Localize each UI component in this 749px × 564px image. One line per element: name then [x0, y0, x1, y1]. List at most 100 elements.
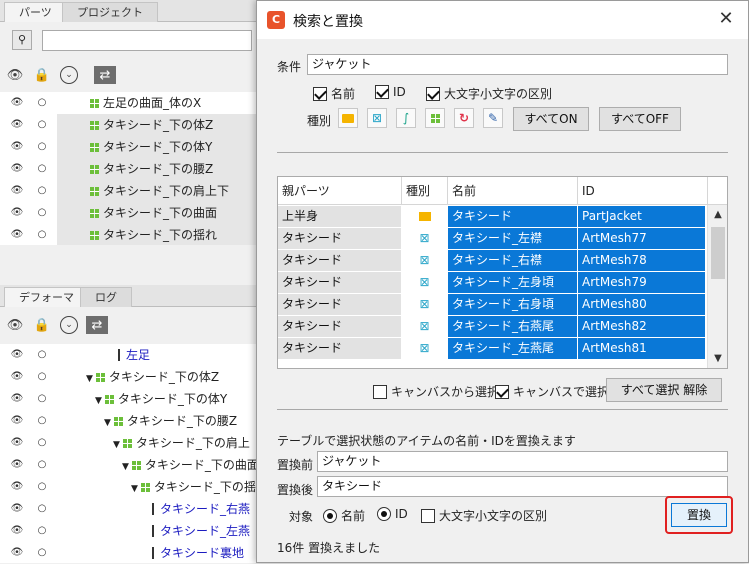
lock-circle-icon[interactable]: ○ — [35, 207, 49, 219]
condition-input[interactable]: ジャケット — [307, 54, 728, 75]
visibility-eye-icon[interactable]: 👁 — [6, 316, 24, 334]
eye-icon[interactable]: 👁 — [10, 185, 24, 197]
deformer-row[interactable]: 👁 ○ ▼ タキシード_下の揺 — [0, 476, 262, 498]
check-name[interactable]: 名前 — [313, 85, 355, 102]
col-header-kind[interactable]: 種別 — [402, 177, 448, 205]
lock-circle-icon[interactable]: ○ — [35, 371, 49, 383]
expand-arrow-icon[interactable]: ▼ — [86, 374, 93, 384]
parts-row[interactable]: 👁 ○ タキシード_下の肩上下 — [0, 180, 262, 202]
folder-icon[interactable] — [338, 108, 358, 128]
chevron-down-icon[interactable]: ⌄ — [60, 66, 78, 84]
close-icon[interactable]: ✕ — [716, 8, 736, 29]
lock-circle-icon[interactable]: ○ — [35, 119, 49, 131]
parts-row[interactable]: 👁 ○ タキシード_下の体Y — [0, 136, 262, 158]
lock-circle-icon[interactable]: ○ — [35, 503, 49, 515]
table-row[interactable]: タキシード ⊠ タキシード_左燕尾 ArtMesh81 — [278, 338, 708, 360]
lock-circle-icon[interactable]: ○ — [35, 97, 49, 109]
parts-row[interactable]: 👁 ○ タキシード_下の腰Z — [0, 158, 262, 180]
scrollbar-thumb[interactable] — [711, 227, 725, 279]
parts-row[interactable]: 👁 ○ タキシード_下の曲面 — [0, 202, 262, 224]
table-row[interactable]: タキシード ⊠ タキシード_右燕尾 ArtMesh82 — [278, 316, 708, 338]
eye-icon[interactable]: 👁 — [10, 229, 24, 241]
lock-circle-icon[interactable]: ○ — [35, 525, 49, 537]
eye-icon[interactable]: 👁 — [10, 503, 24, 515]
col-header-id[interactable]: ID — [578, 177, 708, 205]
tab-parts[interactable]: パーツ — [4, 2, 67, 22]
table-row[interactable]: タキシード ⊠ タキシード_左襟 ArtMesh77 — [278, 228, 708, 250]
scroll-down-icon[interactable]: ▼ — [708, 353, 727, 364]
replace-button[interactable]: 置換 — [671, 503, 727, 527]
deformer-row[interactable]: 👁 ○ タキシード_左燕 — [0, 520, 262, 542]
eye-icon[interactable]: 👁 — [10, 393, 24, 405]
deselect-all-button[interactable]: すべて選択 解除 — [606, 378, 722, 402]
lock-circle-icon[interactable]: ○ — [35, 349, 49, 361]
select-on-canvas[interactable]: キャンバスで選択 — [495, 383, 609, 400]
expand-arrow-icon[interactable]: ▼ — [95, 396, 102, 406]
deformer-row[interactable]: 👁 ○ ▼ タキシード_下の体Y — [0, 388, 262, 410]
parts-search-icon[interactable]: ⚲ — [12, 30, 32, 50]
parts-search-input[interactable] — [42, 30, 252, 51]
lock-circle-icon[interactable]: ○ — [35, 481, 49, 493]
deformer-row[interactable]: 👁 ○ 左足 — [0, 344, 262, 366]
col-header-name[interactable]: 名前 — [448, 177, 578, 205]
chevron-down-icon[interactable]: ⌄ — [60, 316, 78, 334]
eye-icon[interactable]: 👁 — [10, 371, 24, 383]
deformer-row[interactable]: 👁 ○ タキシード裏地 — [0, 542, 262, 564]
after-input[interactable]: タキシード — [317, 476, 728, 497]
deformer-row[interactable]: 👁 ○ ▼ タキシード_下の腰Z — [0, 410, 262, 432]
eye-icon[interactable]: 👁 — [10, 141, 24, 153]
table-row[interactable]: タキシード ⊠ タキシード_右襟 ArtMesh78 — [278, 250, 708, 272]
swap-icon[interactable]: ⇄ — [86, 316, 108, 334]
deformer-row[interactable]: 👁 ○ ▼ タキシード_下の曲面 — [0, 454, 262, 476]
parts-row[interactable]: 👁 ○ 左足の曲面_体のX — [0, 92, 262, 114]
eye-icon[interactable]: 👁 — [10, 525, 24, 537]
lock-circle-icon[interactable]: ○ — [35, 141, 49, 153]
tab-project[interactable]: プロジェクト — [62, 2, 158, 22]
deformer-row[interactable]: 👁 ○ タキシード_右燕 — [0, 498, 262, 520]
lock-icon[interactable]: 🔒 — [33, 66, 51, 84]
mesh-icon[interactable]: ⊠ — [367, 108, 387, 128]
radio-name[interactable]: 名前 — [323, 507, 365, 524]
parts-row[interactable]: 👁 ○ タキシード_下の体Z — [0, 114, 262, 136]
eye-icon[interactable]: 👁 — [10, 459, 24, 471]
glue-icon[interactable]: ✎ — [483, 108, 503, 128]
check-id[interactable]: ID — [375, 85, 406, 99]
expand-arrow-icon[interactable]: ▼ — [131, 484, 138, 494]
lock-circle-icon[interactable]: ○ — [35, 163, 49, 175]
visibility-eye-icon[interactable]: 👁 — [6, 66, 24, 84]
deformer-row[interactable]: 👁 ○ ▼ タキシード_下の体Z — [0, 366, 262, 388]
lock-circle-icon[interactable]: ○ — [35, 459, 49, 471]
table-row[interactable]: タキシード ⊠ タキシード_右身頃 ArtMesh80 — [278, 294, 708, 316]
lock-circle-icon[interactable]: ○ — [35, 229, 49, 241]
rotation-deformer-icon[interactable]: ↻ — [454, 108, 474, 128]
all-off-button[interactable]: すべてOFF — [599, 107, 681, 131]
eye-icon[interactable]: 👁 — [10, 207, 24, 219]
tab-deformer[interactable]: デフォーマ — [4, 287, 89, 307]
eye-icon[interactable]: 👁 — [10, 163, 24, 175]
table-row[interactable]: タキシード ⊠ タキシード_左身頃 ArtMesh79 — [278, 272, 708, 294]
table-scrollbar[interactable]: ▲ ▼ — [707, 205, 727, 368]
path-icon[interactable]: ∫ — [396, 108, 416, 128]
warp-deformer-icon[interactable] — [425, 108, 445, 128]
select-from-canvas[interactable]: キャンバスから選択 — [373, 383, 499, 400]
expand-arrow-icon[interactable]: ▼ — [113, 440, 120, 450]
expand-arrow-icon[interactable]: ▼ — [122, 462, 129, 472]
swap-icon[interactable]: ⇄ — [94, 66, 116, 84]
lock-circle-icon[interactable]: ○ — [35, 393, 49, 405]
eye-icon[interactable]: 👁 — [10, 349, 24, 361]
expand-arrow-icon[interactable]: ▼ — [104, 418, 111, 428]
lock-circle-icon[interactable]: ○ — [35, 415, 49, 427]
eye-icon[interactable]: 👁 — [10, 415, 24, 427]
table-row[interactable]: 上半身 タキシード PartJacket — [278, 206, 708, 228]
before-input[interactable]: ジャケット — [317, 451, 728, 472]
parts-row[interactable]: 👁 ○ タキシード_下の揺れ — [0, 224, 262, 246]
col-header-parent[interactable]: 親パーツ — [278, 177, 402, 205]
eye-icon[interactable]: 👁 — [10, 119, 24, 131]
eye-icon[interactable]: 👁 — [10, 97, 24, 109]
target-case-sensitive[interactable]: 大文字小文字の区別 — [421, 507, 547, 524]
radio-id[interactable]: ID — [377, 507, 408, 521]
check-case-sensitive[interactable]: 大文字小文字の区別 — [426, 85, 552, 102]
eye-icon[interactable]: 👁 — [10, 437, 24, 449]
eye-icon[interactable]: 👁 — [10, 481, 24, 493]
all-on-button[interactable]: すべてON — [513, 107, 589, 131]
